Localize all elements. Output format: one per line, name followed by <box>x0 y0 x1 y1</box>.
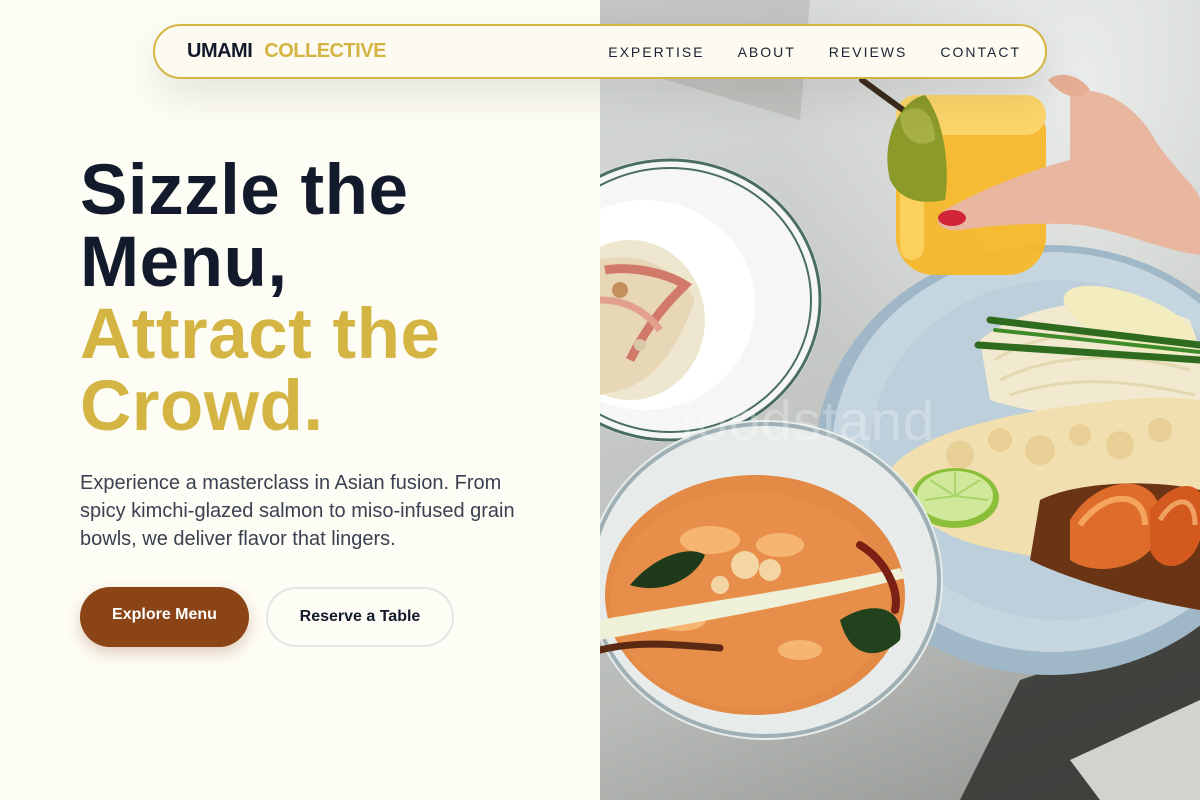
brand-name: UMAMI <box>187 40 253 62</box>
nav-links: EXPERTISE ABOUT REVIEWS CONTACT <box>608 44 1021 60</box>
reserve-table-button[interactable]: Reserve a Table <box>266 587 454 647</box>
headline-line-3: Attract the <box>80 295 441 374</box>
brand-accent: COLLECTIVE <box>264 40 386 62</box>
hero-description: Experience a masterclass in Asian fusion… <box>80 472 515 550</box>
hero-food-photo: foodstand <box>600 0 1200 800</box>
nav-link-about[interactable]: ABOUT <box>738 44 796 60</box>
nav-link-reviews[interactable]: REVIEWS <box>829 44 908 60</box>
top-navbar: UMAMI COLLECTIVE EXPERTISE ABOUT REVIEWS… <box>153 24 1047 79</box>
hero-headline: Sizzle the Menu, Attract the Crowd. <box>80 155 580 443</box>
nav-link-expertise[interactable]: EXPERTISE <box>608 44 704 60</box>
nav-link-contact[interactable]: CONTACT <box>940 44 1021 60</box>
explore-menu-button[interactable]: Explore Menu <box>80 587 249 647</box>
headline-line-4: Crowd. <box>80 367 324 446</box>
headline-line-2: Menu, <box>80 223 288 302</box>
brand-logo[interactable]: UMAMI COLLECTIVE <box>187 40 386 63</box>
hero-section: Sizzle the Menu, Attract the Crowd. Expe… <box>80 155 580 647</box>
hero-actions: Explore Menu Reserve a Table <box>80 587 580 647</box>
headline-line-1: Sizzle the <box>80 151 409 230</box>
food-photo-illustration <box>600 0 1200 800</box>
